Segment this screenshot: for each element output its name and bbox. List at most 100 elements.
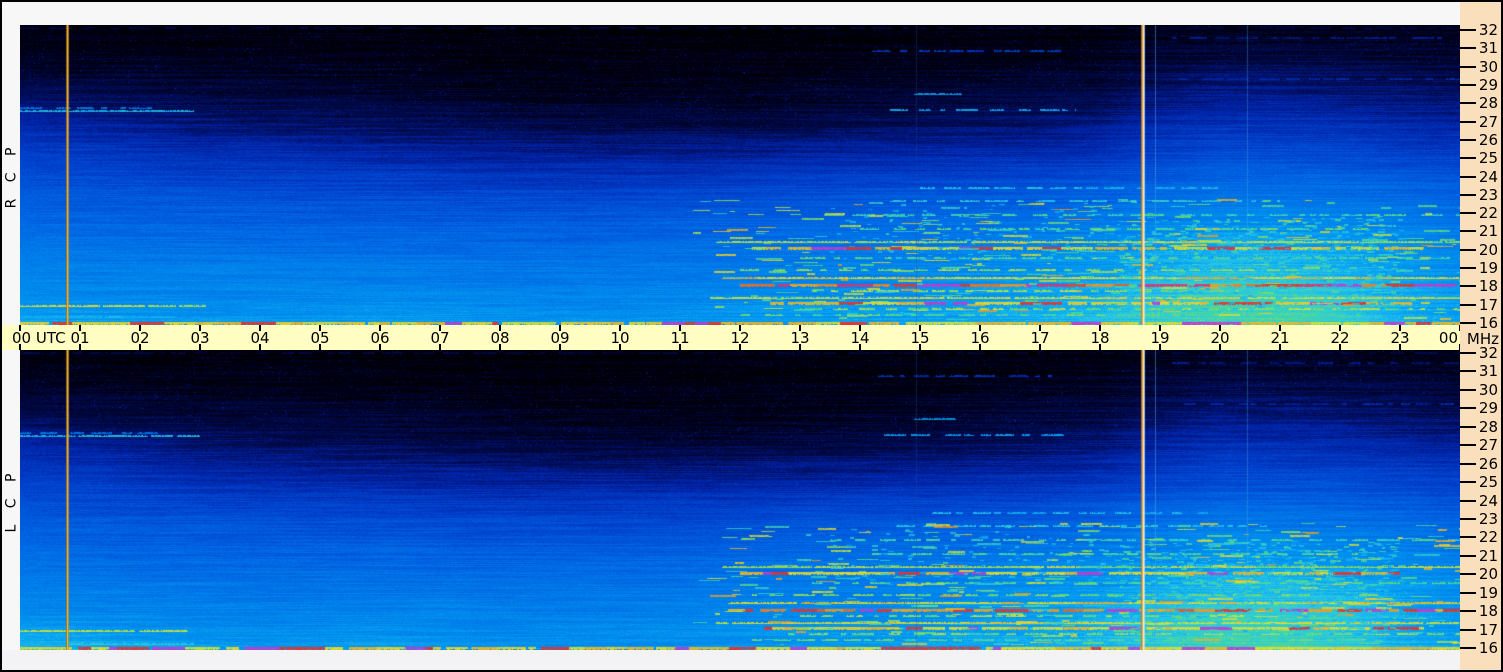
freq-tick-mark [1460, 647, 1476, 649]
freq-tick-mark [1460, 249, 1476, 251]
freq-tick-mark [1460, 121, 1476, 123]
freq-tick-label: 20 [1478, 565, 1498, 583]
freq-tick-mark [1460, 29, 1476, 31]
time-tick-label: 17 [1030, 329, 1050, 347]
time-tick-label: 00 [1438, 329, 1458, 347]
freq-tick-mark [1460, 370, 1476, 372]
freq-tick-mark [1460, 463, 1476, 465]
freq-tick-label: 21 [1478, 547, 1498, 565]
freq-tick-mark [1460, 102, 1476, 104]
freq-tick-label: 16 [1478, 639, 1498, 657]
freq-tick-mark [1460, 389, 1476, 391]
freq-tick-label: 25 [1478, 149, 1498, 167]
freq-tick-label: 21 [1478, 222, 1498, 240]
time-tick-label: 03 [190, 329, 210, 347]
freq-tick-mark [1460, 267, 1476, 269]
freq-tick-mark [1460, 610, 1476, 612]
freq-tick-label: 27 [1478, 113, 1498, 131]
time-tick-label: 14 [850, 329, 870, 347]
time-tick-label: 10 [610, 329, 630, 347]
freq-tick-mark [1460, 66, 1476, 68]
freq-tick-mark [1460, 573, 1476, 575]
time-tick-label: 18 [1090, 329, 1110, 347]
freq-tick-mark [1460, 176, 1476, 178]
freq-tick-mark [1460, 285, 1476, 287]
time-tick-label: 21 [1270, 329, 1290, 347]
freq-tick-label: 31 [1478, 362, 1498, 380]
rcp-panel-label-text: R C P [3, 141, 20, 209]
freq-tick-label: 32 [1478, 21, 1498, 39]
rcp-panel-label: R C P [2, 25, 20, 325]
time-tick-label: 07 [430, 329, 450, 347]
time-tick-label: 04 [250, 329, 270, 347]
freq-tick-label: 31 [1478, 39, 1498, 57]
freq-tick-mark [1460, 629, 1476, 631]
time-tick-label: 16 [970, 329, 990, 347]
freq-tick-mark [1460, 481, 1476, 483]
freq-tick-mark [1460, 426, 1476, 428]
time-tick-label: 22 [1330, 329, 1350, 347]
time-tick-label: 09 [550, 329, 570, 347]
time-tick-label: 19 [1150, 329, 1170, 347]
freq-tick-label: 18 [1478, 602, 1498, 620]
freq-tick-label: 26 [1478, 131, 1498, 149]
freq-tick-label: 19 [1478, 584, 1498, 602]
freq-tick-mark [1460, 592, 1476, 594]
freq-tick-label: 22 [1478, 528, 1498, 546]
freq-tick-label: 17 [1478, 621, 1498, 639]
freq-tick-mark [1460, 352, 1476, 354]
freq-tick-mark [1460, 84, 1476, 86]
freq-tick-mark [1460, 444, 1476, 446]
freq-tick-label: 24 [1478, 168, 1498, 186]
freq-tick-label: 23 [1478, 186, 1498, 204]
lcp-panel-label-text: L C P [3, 467, 20, 533]
freq-tick-label: 16 [1478, 314, 1498, 332]
time-tick-label: 12 [730, 329, 750, 347]
freq-tick-mark [1460, 500, 1476, 502]
freq-tick-label: 19 [1478, 259, 1498, 277]
freq-tick-mark [1460, 518, 1476, 520]
freq-tick-label: 29 [1478, 399, 1498, 417]
freq-tick-label: 22 [1478, 204, 1498, 222]
time-tick-label: 11 [670, 329, 690, 347]
time-tick-label: 06 [370, 329, 390, 347]
frequency-axis: 32 31 30 29 28 27 26 25 24 23 22 21 20 19 18 17 16 32 31 30… [1460, 2, 1501, 670]
freq-tick-label: 29 [1478, 76, 1498, 94]
time-tick-label: 01 [70, 329, 90, 347]
freq-tick-label: 20 [1478, 241, 1498, 259]
spectrogram-rcp [20, 25, 1460, 325]
title-bar: AJ4CO Observatory 12 Nov 2020 - DPS on T… [2, 2, 1460, 45]
lcp-panel-label: L C P [2, 350, 20, 650]
time-tick-label: 15 [910, 329, 930, 347]
spectrogram-lcp [20, 350, 1460, 650]
freq-tick-mark [1460, 194, 1476, 196]
time-tick-label: 05 [310, 329, 330, 347]
freq-tick-mark [1460, 304, 1476, 306]
freq-tick-mark [1460, 322, 1476, 324]
freq-tick-label: 26 [1478, 455, 1498, 473]
time-tick-label: 02 [130, 329, 150, 347]
freq-tick-label: 25 [1478, 473, 1498, 491]
bottom-margin [2, 650, 1460, 670]
freq-tick-mark [1460, 536, 1476, 538]
freq-tick-label: 27 [1478, 436, 1498, 454]
freq-tick-mark [1460, 47, 1476, 49]
time-axis: 00 UTC 01 02 03 04 05 06 07 08 09 10 11 12 13 14 15 16 17… [2, 325, 1461, 350]
time-tick-label: 13 [790, 329, 810, 347]
freq-tick-mark [1460, 212, 1476, 214]
freq-tick-mark [1460, 157, 1476, 159]
freq-tick-label: 28 [1478, 94, 1498, 112]
freq-tick-label: 17 [1478, 296, 1498, 314]
time-tick-label: 08 [490, 329, 510, 347]
freq-tick-mark [1460, 139, 1476, 141]
time-tick-label: 20 [1210, 329, 1230, 347]
freq-tick-label: 18 [1478, 277, 1498, 295]
freq-tick-label: 30 [1478, 58, 1498, 76]
mhz-unit-label: MHz [1466, 330, 1499, 348]
freq-tick-label: 30 [1478, 381, 1498, 399]
freq-tick-label: 28 [1478, 418, 1498, 436]
freq-tick-label: 24 [1478, 492, 1498, 510]
freq-tick-mark [1460, 230, 1476, 232]
app-window: AJ4CO Observatory 12 Nov 2020 - DPS on T… [0, 0, 1503, 672]
freq-tick-mark [1460, 407, 1476, 409]
